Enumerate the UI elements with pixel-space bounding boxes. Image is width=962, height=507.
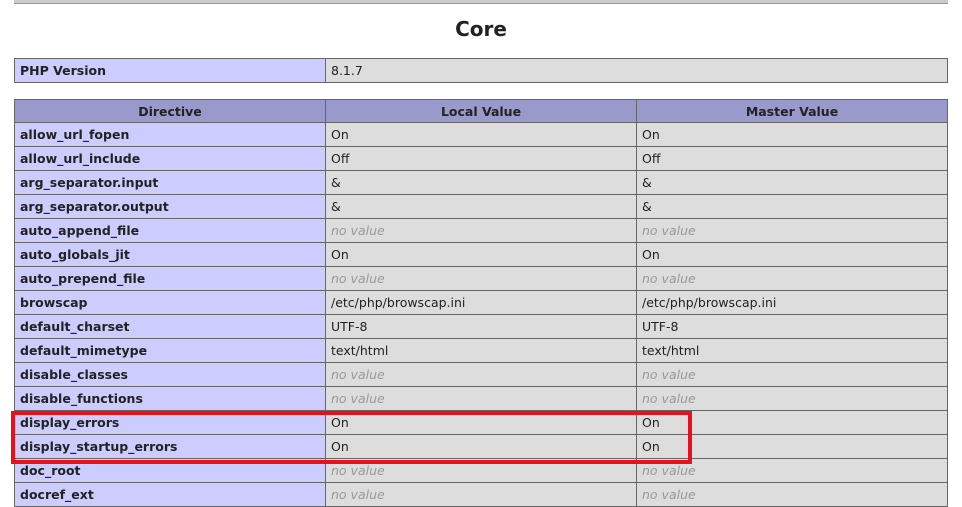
local-value: /etc/php/browscap.ini — [325, 290, 637, 315]
local-value: no value — [325, 458, 637, 483]
directive-name: auto_prepend_file — [14, 266, 326, 291]
table-row: docref_ext no value no value — [14, 482, 948, 507]
directive-name: disable_classes — [14, 362, 326, 387]
header-local-value: Local Value — [325, 99, 637, 123]
table-row: browscap/etc/php/browscap.ini/etc/php/br… — [14, 290, 948, 315]
table-row: display_errors On On — [14, 410, 948, 435]
master-value: & — [636, 170, 948, 195]
local-value: no value — [325, 362, 637, 387]
directive-name: default_charset — [14, 314, 326, 339]
table-row: default_mimetype text/html text/html — [14, 338, 948, 363]
directive-name: allow_url_include — [14, 146, 326, 171]
previous-table-edge — [14, 0, 948, 4]
local-value: & — [325, 170, 637, 195]
directive-name: display_startup_errors — [14, 434, 326, 459]
directive-table: Directive Local Value Master Value allow… — [14, 99, 948, 507]
table-row: auto_append_file no value no value — [14, 218, 948, 243]
local-value: Off — [325, 146, 637, 171]
table-row: default_charset UTF-8 UTF-8 — [14, 314, 948, 339]
master-value: On — [636, 122, 948, 147]
master-value: Off — [636, 146, 948, 171]
directive-name: allow_url_fopen — [14, 122, 326, 147]
table-row: arg_separator.input & & — [14, 170, 948, 195]
table-row: auto_globals_jit On On — [14, 242, 948, 267]
directive-name: auto_append_file — [14, 218, 326, 243]
master-value: no value — [636, 458, 948, 483]
table-row: doc_root no value no value — [14, 458, 948, 483]
directive-name: auto_globals_jit — [14, 242, 326, 267]
version-label: PHP Version — [14, 58, 326, 83]
version-row: PHP Version 8.1.7 — [14, 58, 948, 83]
table-row: allow_url_fopen On On — [14, 122, 948, 147]
master-value: On — [636, 434, 948, 459]
section-title: Core — [455, 17, 507, 41]
directive-name: default_mimetype — [14, 338, 326, 363]
directive-name: browscap — [14, 290, 326, 315]
table-row: disable_functions no value no value — [14, 386, 948, 411]
local-value: no value — [325, 386, 637, 411]
local-value: On — [325, 410, 637, 435]
master-value: UTF-8 — [636, 314, 948, 339]
local-value: no value — [325, 482, 637, 507]
directive-name: arg_separator.output — [14, 194, 326, 219]
master-value: On — [636, 410, 948, 435]
local-value: On — [325, 122, 637, 147]
local-value: On — [325, 434, 637, 459]
table-row: auto_prepend_file no value no value — [14, 266, 948, 291]
master-value: no value — [636, 266, 948, 291]
master-value: /etc/php/browscap.ini — [636, 290, 948, 315]
table-row: allow_url_include Off Off — [14, 146, 948, 171]
directive-name: display_errors — [14, 410, 326, 435]
master-value: no value — [636, 386, 948, 411]
version-table: PHP Version 8.1.7 — [14, 58, 948, 83]
directive-name: arg_separator.input — [14, 170, 326, 195]
version-value: 8.1.7 — [325, 58, 948, 83]
directive-rows: allow_url_fopen On On allow_url_include Off O… — [14, 122, 948, 507]
local-value: & — [325, 194, 637, 219]
master-value: no value — [636, 482, 948, 507]
header-directive: Directive — [14, 99, 326, 123]
master-value: no value — [636, 362, 948, 387]
local-value: no value — [325, 266, 637, 291]
local-value: text/html — [325, 338, 637, 363]
table-row: arg_separator.output & & — [14, 194, 948, 219]
master-value: text/html — [636, 338, 948, 363]
master-value: & — [636, 194, 948, 219]
local-value: On — [325, 242, 637, 267]
table-row: display_startup_errors On On — [14, 434, 948, 459]
table-header-row: Directive Local Value Master Value — [14, 99, 948, 123]
master-value: On — [636, 242, 948, 267]
header-master-value: Master Value — [636, 99, 948, 123]
directive-name: disable_functions — [14, 386, 326, 411]
table-row: disable_classes no value no value — [14, 362, 948, 387]
directive-name: doc_root — [14, 458, 326, 483]
local-value: no value — [325, 218, 637, 243]
directive-name: docref_ext — [14, 482, 326, 507]
local-value: UTF-8 — [325, 314, 637, 339]
master-value: no value — [636, 218, 948, 243]
